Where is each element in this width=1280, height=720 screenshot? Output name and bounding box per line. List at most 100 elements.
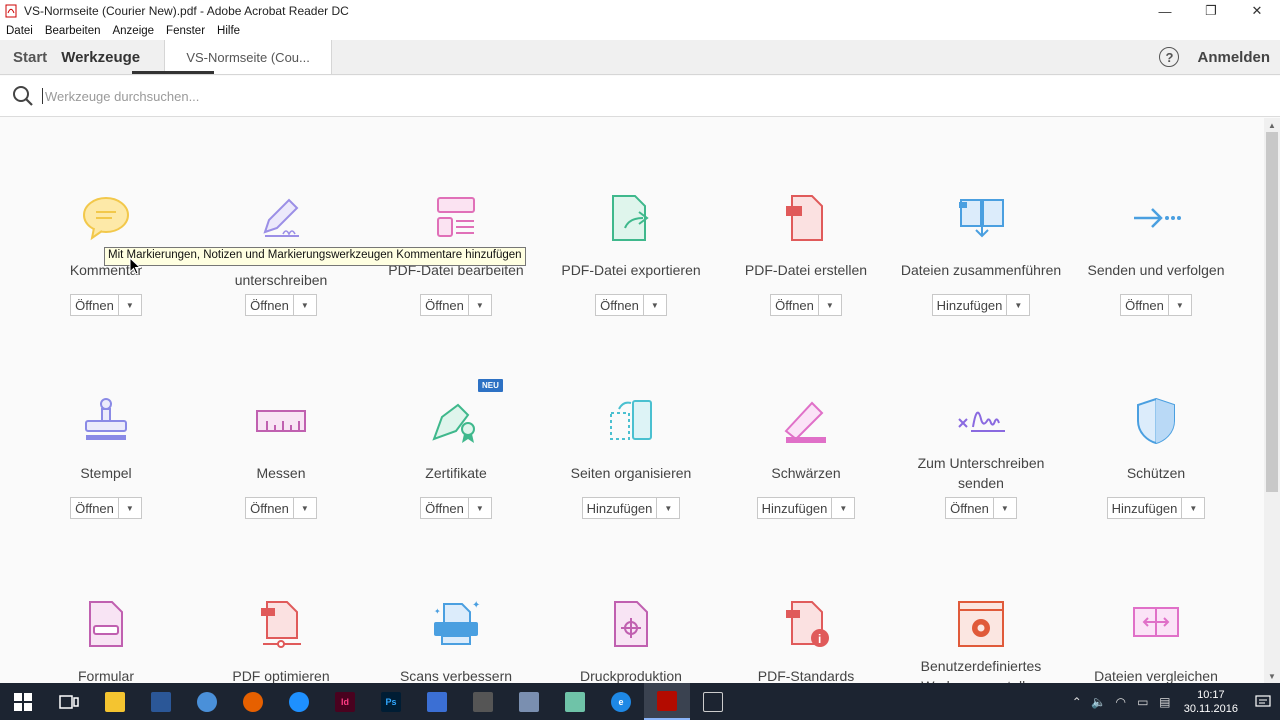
tool-redact[interactable]: Schwärzen Hinzufügen ▼ bbox=[718, 393, 894, 519]
chevron-down-icon[interactable]: ▼ bbox=[657, 498, 679, 518]
taskbar-app-icon[interactable] bbox=[138, 683, 184, 720]
tool-label: Schwärzen bbox=[771, 465, 841, 481]
tool-protect[interactable]: Schützen Hinzufügen ▼ bbox=[1068, 393, 1244, 519]
tool-certificates[interactable]: NEU Zertifikate Öffnen ▼ bbox=[368, 379, 544, 519]
tool-send-track[interactable]: Senden und verfolgen Öffnen ▼ bbox=[1068, 190, 1244, 316]
open-button[interactable]: Öffnen ▼ bbox=[245, 497, 317, 519]
tool-stamp[interactable]: Stempel Öffnen ▼ bbox=[18, 393, 194, 519]
tool-measure[interactable]: Messen Öffnen ▼ bbox=[193, 393, 369, 519]
add-button[interactable]: Hinzufügen ▼ bbox=[931, 294, 1031, 316]
notifications-icon[interactable] bbox=[1246, 683, 1280, 720]
tab-start[interactable]: Start bbox=[0, 40, 61, 74]
chevron-down-icon[interactable]: ▼ bbox=[1007, 295, 1029, 315]
file-explorer-icon[interactable] bbox=[92, 683, 138, 720]
input-method-icon[interactable]: ▤ bbox=[1154, 695, 1176, 709]
menu-anzeige[interactable]: Anzeige bbox=[106, 25, 160, 37]
add-button[interactable]: Hinzufügen ▼ bbox=[581, 497, 681, 519]
tab-document[interactable]: VS-Normseite (Cou... bbox=[164, 40, 333, 74]
chevron-down-icon[interactable]: ▼ bbox=[119, 295, 141, 315]
tool-form[interactable]: Formular bbox=[18, 596, 194, 683]
open-button[interactable]: Öffnen ▼ bbox=[945, 497, 1017, 519]
open-button[interactable]: Öffnen ▼ bbox=[420, 294, 492, 316]
chevron-up-icon[interactable]: ⌃ bbox=[1066, 695, 1088, 709]
tab-bar: Start Werkzeuge VS-Normseite (Cou... ? A… bbox=[0, 40, 1280, 75]
tool-export-pdf[interactable]: PDF-Datei exportieren Öffnen ▼ bbox=[543, 190, 719, 316]
chevron-down-icon[interactable]: ▼ bbox=[294, 295, 316, 315]
firefox-icon[interactable] bbox=[230, 683, 276, 720]
tooltip: Mit Markierungen, Notizen und Markierung… bbox=[104, 247, 526, 266]
taskbar-app-icon[interactable] bbox=[276, 683, 322, 720]
open-button[interactable]: Öffnen ▼ bbox=[1120, 294, 1192, 316]
network-icon[interactable]: ◠ bbox=[1110, 695, 1132, 709]
tool-label: Senden und verfolgen bbox=[1087, 262, 1225, 278]
menu-hilfe[interactable]: Hilfe bbox=[211, 25, 246, 37]
windows-start-icon[interactable] bbox=[0, 683, 46, 720]
tool-custom-tool[interactable]: Benutzerdefiniertes Werkzeug erstellen bbox=[893, 596, 1069, 683]
add-button[interactable]: Hinzufügen ▼ bbox=[756, 497, 856, 519]
tool-optimize-pdf[interactable]: PDF optimieren bbox=[193, 596, 369, 683]
add-button[interactable]: Hinzufügen ▼ bbox=[1106, 497, 1206, 519]
clock[interactable]: 10:17 30.11.2016 bbox=[1176, 688, 1246, 716]
open-button[interactable]: Öffnen ▼ bbox=[770, 294, 842, 316]
volume-icon[interactable]: 🔈 bbox=[1088, 695, 1110, 709]
scrollbar-thumb[interactable] bbox=[1266, 132, 1278, 492]
menu-bar: Datei Bearbeiten Anzeige Fenster Hilfe bbox=[0, 22, 1280, 40]
menu-fenster[interactable]: Fenster bbox=[160, 25, 211, 37]
tool-combine-files[interactable]: Dateien zusammenführen Hinzufügen ▼ bbox=[893, 190, 1069, 316]
vertical-scrollbar[interactable]: ▲ ▼ bbox=[1264, 118, 1280, 683]
calculator-icon[interactable] bbox=[460, 683, 506, 720]
taskbar-app-icon[interactable] bbox=[552, 683, 598, 720]
taskbar-app-icon[interactable] bbox=[690, 683, 736, 720]
acrobat-reader-icon[interactable] bbox=[644, 683, 690, 720]
edge-icon[interactable]: e bbox=[598, 683, 644, 720]
tool-compare-files[interactable]: Dateien vergleichen bbox=[1068, 596, 1244, 683]
battery-icon[interactable]: ▭ bbox=[1132, 695, 1154, 709]
chevron-down-icon[interactable]: ▼ bbox=[119, 498, 141, 518]
restore-button[interactable]: ❐ bbox=[1188, 0, 1234, 22]
tool-print-production[interactable]: Druckproduktion bbox=[543, 596, 719, 683]
search-icon bbox=[13, 86, 33, 106]
task-view-icon[interactable] bbox=[46, 683, 92, 720]
open-button[interactable]: Öffnen ▼ bbox=[245, 294, 317, 316]
taskbar-app-icon[interactable] bbox=[184, 683, 230, 720]
search-input[interactable] bbox=[42, 88, 642, 104]
svg-text:i: i bbox=[818, 632, 821, 646]
taskbar-app-icon[interactable] bbox=[506, 683, 552, 720]
chevron-down-icon[interactable]: ▼ bbox=[469, 498, 491, 518]
tool-send-for-signature[interactable]: Zum Unterschreiben senden Öffnen ▼ bbox=[893, 393, 1069, 519]
minimize-button[interactable]: — bbox=[1142, 0, 1188, 22]
help-icon[interactable]: ? bbox=[1159, 47, 1180, 67]
menu-bearbeiten[interactable]: Bearbeiten bbox=[39, 25, 107, 37]
menu-datei[interactable]: Datei bbox=[0, 25, 39, 37]
open-button[interactable]: Öffnen ▼ bbox=[70, 294, 142, 316]
edit-pdf-icon bbox=[437, 197, 475, 237]
chevron-down-icon[interactable]: ▼ bbox=[294, 498, 316, 518]
indesign-icon[interactable]: Id bbox=[322, 683, 368, 720]
tool-enhance-scans[interactable]: ✦ ✦ Scans verbessern bbox=[368, 596, 544, 683]
optimize-pdf-icon bbox=[261, 601, 301, 648]
signin-button[interactable]: Anmelden bbox=[1197, 49, 1270, 66]
tool-organize-pages[interactable]: Seiten organisieren Hinzufügen ▼ bbox=[543, 393, 719, 519]
close-button[interactable]: ✕ bbox=[1234, 0, 1280, 22]
tool-label: Benutzerdefiniertes Werkzeug erstellen bbox=[920, 658, 1042, 683]
chevron-down-icon[interactable]: ▼ bbox=[994, 498, 1016, 518]
tool-pdf-standards[interactable]: i PDF-Standards bbox=[718, 596, 894, 683]
taskbar-app-icon[interactable] bbox=[414, 683, 460, 720]
tool-create-pdf[interactable]: PDF-Datei erstellen Öffnen ▼ bbox=[718, 190, 894, 316]
chevron-down-icon[interactable]: ▼ bbox=[1182, 498, 1204, 518]
photoshop-icon[interactable]: Ps bbox=[368, 683, 414, 720]
open-button[interactable]: Öffnen ▼ bbox=[595, 294, 667, 316]
open-button[interactable]: Öffnen ▼ bbox=[420, 497, 492, 519]
chevron-down-icon[interactable]: ▼ bbox=[644, 295, 666, 315]
chevron-down-icon[interactable]: ▼ bbox=[819, 295, 841, 315]
send-track-icon bbox=[1134, 208, 1181, 228]
mouse-cursor-icon bbox=[129, 257, 141, 275]
chevron-down-icon[interactable]: ▼ bbox=[1169, 295, 1191, 315]
send-for-signature-icon bbox=[958, 411, 1005, 432]
open-button[interactable]: Öffnen ▼ bbox=[70, 497, 142, 519]
chevron-down-icon[interactable]: ▼ bbox=[469, 295, 491, 315]
chevron-down-icon[interactable]: ▼ bbox=[832, 498, 854, 518]
scroll-down-icon[interactable]: ▼ bbox=[1264, 669, 1280, 683]
scroll-up-icon[interactable]: ▲ bbox=[1264, 118, 1280, 132]
tab-tools[interactable]: Werkzeuge bbox=[61, 40, 215, 74]
